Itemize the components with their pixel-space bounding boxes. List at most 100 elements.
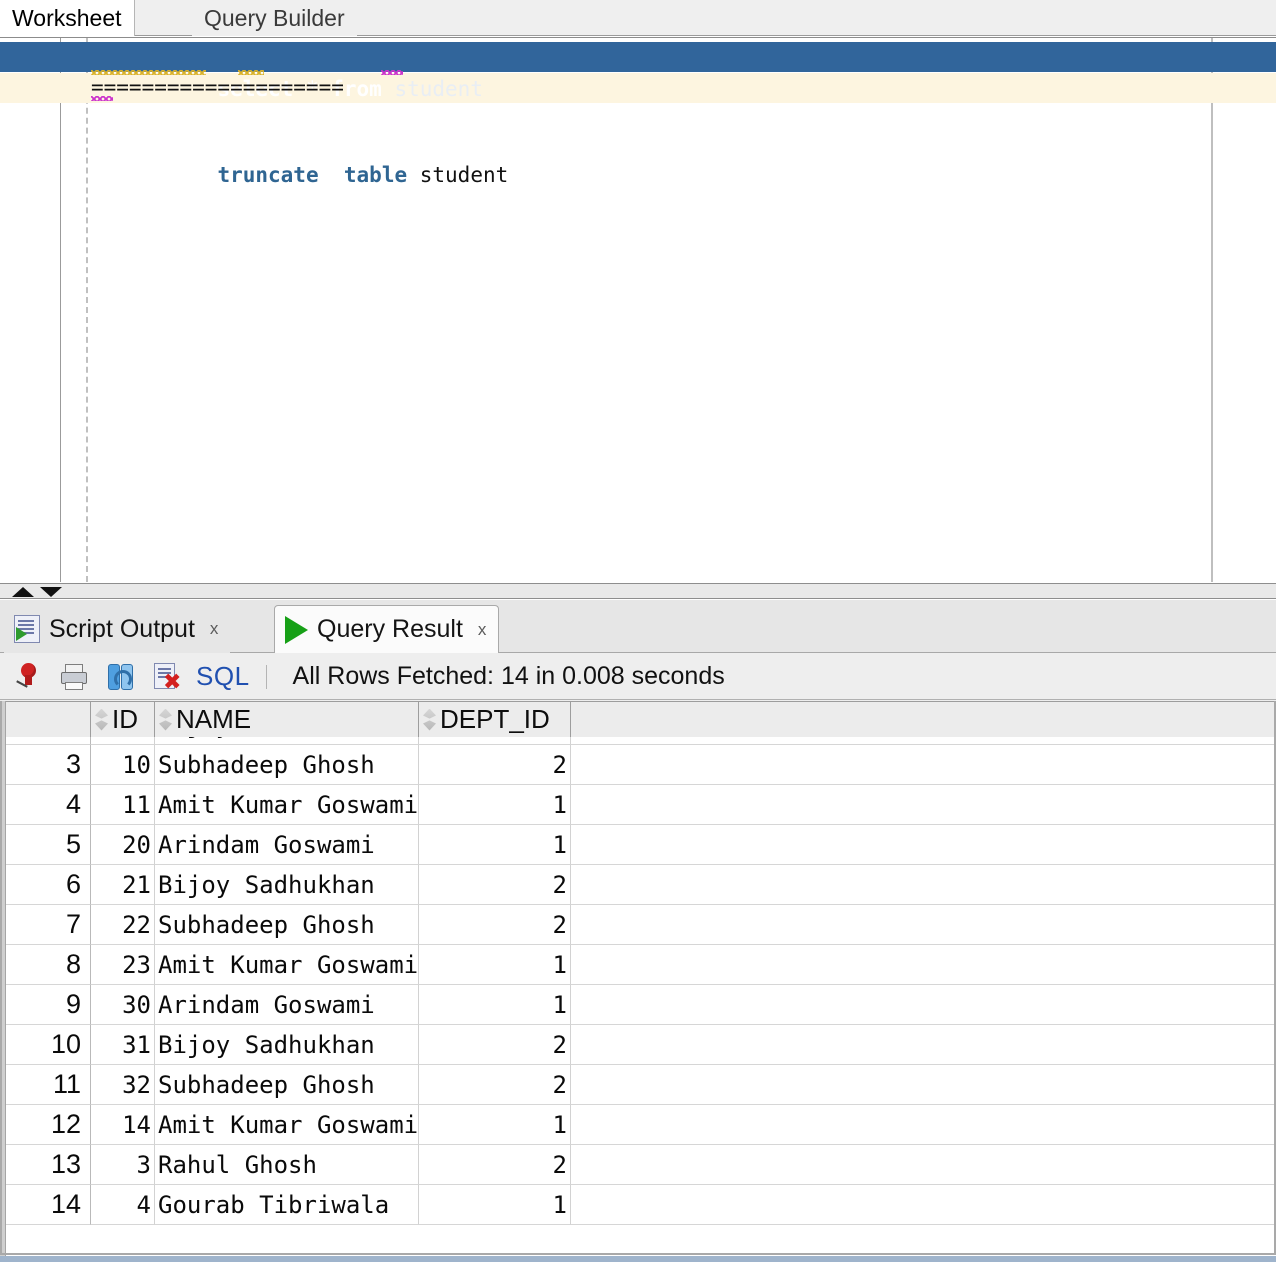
sql-editor[interactable]: select * from student ==================…	[0, 37, 1276, 582]
table-row[interactable]: 5 20 Arindam Goswami 1	[0, 825, 1276, 865]
cell-id[interactable]: 22	[91, 905, 155, 945]
table-row[interactable]: 8 23 Amit Kumar Goswami 1	[0, 945, 1276, 985]
cell-row-number[interactable]: 14	[6, 1185, 91, 1225]
cell-empty-tail[interactable]	[571, 1145, 1276, 1185]
editor-line-1[interactable]: select * from student	[0, 38, 1276, 101]
cell-id[interactable]: 20	[91, 825, 155, 865]
triangle-down-icon[interactable]	[40, 587, 62, 597]
cell-empty-tail[interactable]	[571, 825, 1276, 865]
cell-empty-tail[interactable]	[571, 737, 1276, 745]
cell-empty-tail[interactable]	[571, 905, 1276, 945]
grid-header-dept-id[interactable]: DEPT_ID	[419, 702, 571, 737]
cell-empty-tail[interactable]	[571, 985, 1276, 1025]
cell-id[interactable]: 2	[91, 737, 155, 745]
cell-id[interactable]: 10	[91, 745, 155, 785]
sort-indicator-icon[interactable]	[159, 708, 172, 731]
cell-name[interactable]: Gourab Tibriwala	[155, 1185, 419, 1225]
sql-label[interactable]: SQL	[196, 661, 250, 692]
cell-id[interactable]: 30	[91, 985, 155, 1025]
cell-name[interactable]: Arindam Goswami	[155, 825, 419, 865]
cell-id[interactable]: 14	[91, 1105, 155, 1145]
sort-indicator-icon[interactable]	[423, 708, 436, 731]
tab-worksheet[interactable]: Worksheet	[0, 0, 135, 36]
cell-row-number[interactable]: 7	[6, 905, 91, 945]
cell-empty-tail[interactable]	[571, 1185, 1276, 1225]
refresh-icon[interactable]	[104, 661, 136, 693]
cell-id[interactable]: 3	[91, 1145, 155, 1185]
cell-dept-id[interactable]: 1	[419, 945, 571, 985]
table-row[interactable]: 9 30 Arindam Goswami 1	[0, 985, 1276, 1025]
clear-icon[interactable]: ✖	[150, 661, 182, 693]
cell-dept-id[interactable]: 2	[419, 865, 571, 905]
table-row[interactable]: 11 32 Subhadeep Ghosh 2	[0, 1065, 1276, 1105]
cell-name[interactable]: Bijoy Sadhukhan	[155, 1025, 419, 1065]
print-icon[interactable]	[58, 661, 90, 693]
cell-dept-id[interactable]: 2	[419, 1025, 571, 1065]
cell-dept-id[interactable]: 2	[419, 1145, 571, 1185]
cell-row-number[interactable]: 12	[6, 1105, 91, 1145]
cell-dept-id[interactable]: 2	[419, 905, 571, 945]
cell-row-number[interactable]: 11	[6, 1065, 91, 1105]
cell-name[interactable]: Arindam Goswami	[155, 985, 419, 1025]
pin-icon[interactable]	[12, 661, 44, 693]
cell-name[interactable]: Subhadeep Ghosh	[155, 905, 419, 945]
cell-empty-tail[interactable]	[571, 865, 1276, 905]
cell-name[interactable]: Subhadeep Ghosh	[155, 1065, 419, 1105]
cell-dept-id[interactable]: 2	[419, 737, 571, 745]
cell-dept-id[interactable]: 2	[419, 745, 571, 785]
cell-name[interactable]: Amit Kumar Goswami	[155, 945, 419, 985]
cell-empty-tail[interactable]	[571, 1105, 1276, 1145]
table-row[interactable]: 6 21 Bijoy Sadhukhan 2	[0, 865, 1276, 905]
cell-name[interactable]: Bijoy Sadhukhan	[155, 865, 419, 905]
cell-row-number[interactable]: 13	[6, 1145, 91, 1185]
tab-query-builder[interactable]: Query Builder	[192, 0, 357, 36]
query-result-grid[interactable]: ID NAME DEPT_ID 22Bijoy Sadhukhan2310Sub…	[0, 701, 1276, 1261]
tab-query-result[interactable]: Query Result x	[274, 605, 500, 653]
tab-script-output-close-icon[interactable]: x	[210, 619, 219, 639]
cell-id[interactable]: 23	[91, 945, 155, 985]
table-row[interactable]: 12 14 Amit Kumar Goswami 1	[0, 1105, 1276, 1145]
panel-splitter[interactable]	[0, 583, 1276, 599]
cell-name[interactable]: Rahul Ghosh	[155, 1145, 419, 1185]
cell-row-number[interactable]: 9	[6, 985, 91, 1025]
table-row[interactable]: 10 31 Bijoy Sadhukhan 2	[0, 1025, 1276, 1065]
editor-code-area[interactable]: select * from student ==================…	[0, 38, 1276, 187]
sort-indicator-icon[interactable]	[95, 708, 108, 731]
grid-header-name[interactable]: NAME	[155, 702, 419, 737]
cell-row-number[interactable]: 3	[6, 745, 91, 785]
editor-line-4[interactable]: truncate table student	[86, 130, 1276, 187]
cell-row-number[interactable]: 8	[6, 945, 91, 985]
cell-name[interactable]: Subhadeep Ghosh	[155, 745, 419, 785]
cell-id[interactable]: 11	[91, 785, 155, 825]
cell-empty-tail[interactable]	[571, 1065, 1276, 1105]
cell-id[interactable]: 4	[91, 1185, 155, 1225]
grid-header-rownum[interactable]	[6, 702, 91, 737]
cell-dept-id[interactable]: 1	[419, 1105, 571, 1145]
tab-query-result-close-icon[interactable]: x	[478, 620, 487, 640]
table-row[interactable]: 4 11 Amit Kumar Goswami 1	[0, 785, 1276, 825]
cell-id[interactable]: 31	[91, 1025, 155, 1065]
tab-script-output[interactable]: Script Output x	[4, 605, 231, 653]
table-row[interactable]: 22Bijoy Sadhukhan2	[0, 737, 1276, 745]
cell-dept-id[interactable]: 1	[419, 825, 571, 865]
cell-dept-id[interactable]: 1	[419, 985, 571, 1025]
cell-dept-id[interactable]: 1	[419, 785, 571, 825]
table-row[interactable]: 7 22 Subhadeep Ghosh 2	[0, 905, 1276, 945]
cell-name[interactable]: Bijoy Sadhukhan	[155, 737, 419, 745]
cell-name[interactable]: Amit Kumar Goswami	[155, 785, 419, 825]
editor-gutter-folding[interactable]	[62, 38, 86, 582]
table-row[interactable]: 3 10 Subhadeep Ghosh 2	[0, 745, 1276, 785]
cell-empty-tail[interactable]	[571, 785, 1276, 825]
cell-id[interactable]: 21	[91, 865, 155, 905]
cell-row-number[interactable]: 10	[6, 1025, 91, 1065]
triangle-up-icon[interactable]	[12, 587, 34, 597]
cell-empty-tail[interactable]	[571, 1025, 1276, 1065]
cell-empty-tail[interactable]	[571, 945, 1276, 985]
grid-body[interactable]: 22Bijoy Sadhukhan2310Subhadeep Ghosh2411…	[0, 737, 1276, 1255]
grid-header-id[interactable]: ID	[91, 702, 155, 737]
cell-row-number[interactable]: 6	[6, 865, 91, 905]
table-row[interactable]: 14 4 Gourab Tibriwala 1	[0, 1185, 1276, 1225]
cell-empty-tail[interactable]	[571, 745, 1276, 785]
cell-dept-id[interactable]: 1	[419, 1185, 571, 1225]
cell-row-number[interactable]: 2	[6, 737, 91, 745]
